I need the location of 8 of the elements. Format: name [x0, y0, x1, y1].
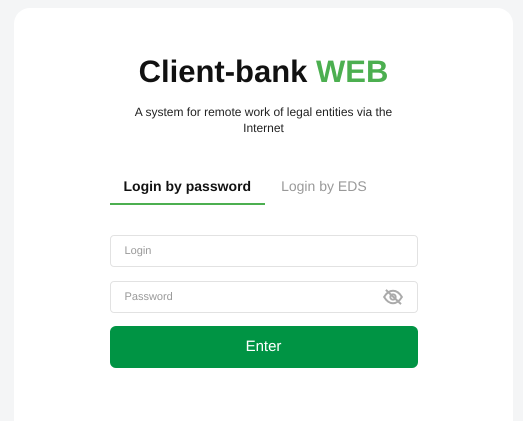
password-field[interactable]: Password [110, 281, 418, 313]
eye-off-icon[interactable] [382, 289, 404, 305]
login-tab[interactable]: Login by password [110, 176, 266, 205]
app-subtitle: A system for remote work of legal entities via the Internet [134, 104, 394, 136]
enter-button[interactable]: Enter [110, 326, 418, 368]
login-tab[interactable]: Login by EDS [279, 176, 369, 205]
login-field[interactable]: Login [110, 235, 418, 267]
app-title: Client-bank WEB [138, 53, 388, 91]
